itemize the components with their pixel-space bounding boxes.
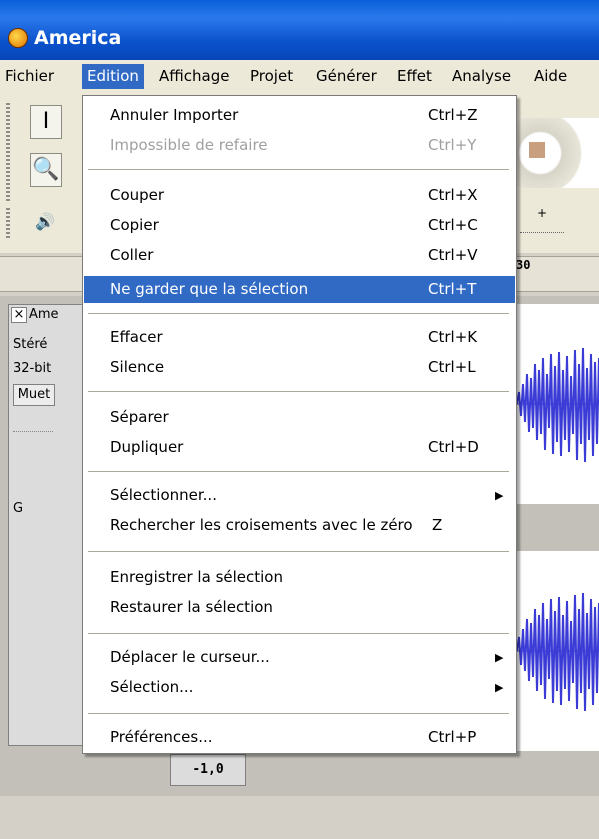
menu-item-split[interactable]: Séparer: [84, 404, 515, 431]
menu-item-label: Effacer: [110, 328, 163, 346]
menu-effet[interactable]: Effet: [392, 64, 437, 89]
menu-item-shortcut: Ctrl+D: [428, 438, 479, 456]
waveform-channel-1[interactable]: [517, 304, 599, 504]
menu-item-label: Coller: [110, 246, 154, 264]
menu-item-select-submenu[interactable]: Sélectionner... ▶: [84, 482, 515, 509]
menu-bar: Fichier Edition Affichage Projet Générer…: [0, 60, 599, 94]
menu-item-label: Dupliquer: [110, 438, 184, 456]
menu-item-trim[interactable]: Ne garder que la sélection Ctrl+T: [84, 276, 515, 303]
menu-item-undo[interactable]: Annuler Importer Ctrl+Z: [84, 102, 515, 129]
menu-item-duplicate[interactable]: Dupliquer Ctrl+D: [84, 434, 515, 461]
menu-separator: [88, 551, 509, 552]
menu-item-silence[interactable]: Silence Ctrl+L: [84, 354, 515, 381]
track-channel-info: Stéré: [13, 337, 48, 352]
menu-item-shortcut: Z: [432, 516, 443, 534]
menu-separator: [88, 169, 509, 170]
menu-item-cut[interactable]: Couper Ctrl+X: [84, 182, 515, 209]
menu-item-shortcut: Ctrl+K: [428, 328, 478, 346]
window-title: America: [34, 27, 122, 49]
menu-edition[interactable]: Edition: [82, 64, 144, 89]
menu-item-shortcut: Ctrl+T: [428, 280, 477, 298]
menu-item-shortcut: Ctrl+V: [428, 246, 478, 264]
menu-item-label: Silence: [110, 358, 165, 376]
menu-item-label: Préférences...: [110, 728, 213, 746]
menu-item-label: Copier: [110, 216, 159, 234]
menu-fichier[interactable]: Fichier: [0, 64, 59, 89]
menu-item-save-selection[interactable]: Enregistrer la sélection: [84, 564, 515, 591]
menu-item-delete[interactable]: Effacer Ctrl+K: [84, 324, 515, 351]
app-icon: [8, 28, 28, 48]
toolbar-grip: [6, 103, 10, 203]
menu-separator: [88, 633, 509, 634]
menu-item-copy[interactable]: Copier Ctrl+C: [84, 212, 515, 239]
submenu-arrow-icon: ▶: [495, 489, 504, 502]
vertical-scale-label: -1,0: [170, 754, 246, 786]
menu-item-label: Couper: [110, 186, 165, 204]
menu-generer[interactable]: Générer: [311, 64, 382, 89]
menu-item-label: Séparer: [110, 408, 169, 426]
gain-slider[interactable]: +: [520, 206, 564, 233]
menu-item-preferences[interactable]: Préférences... Ctrl+P: [84, 724, 515, 751]
stop-icon: [529, 142, 545, 158]
menu-item-label: Déplacer le curseur...: [110, 648, 270, 666]
submenu-arrow-icon: ▶: [495, 651, 504, 664]
menu-item-restore-selection[interactable]: Restaurer la sélection: [84, 594, 515, 621]
menu-affichage[interactable]: Affichage: [154, 64, 234, 89]
track-name[interactable]: Ame: [29, 307, 59, 322]
menu-item-label: Restaurer la sélection: [110, 598, 273, 616]
menu-item-label: Rechercher les croisements avec le zéro: [110, 516, 413, 534]
menu-item-label: Impossible de refaire: [110, 136, 268, 154]
menu-aide[interactable]: Aide: [529, 64, 572, 89]
toolbar-grip: [6, 208, 10, 240]
close-icon[interactable]: ×: [11, 307, 27, 323]
menu-separator: [88, 391, 509, 392]
menu-item-selection-submenu[interactable]: Sélection... ▶: [84, 674, 515, 701]
ibeam-cursor-icon[interactable]: I: [30, 105, 62, 139]
menu-item-shortcut: Ctrl+C: [428, 216, 478, 234]
menu-item-shortcut: Ctrl+P: [428, 728, 477, 746]
menu-item-zero-crossings[interactable]: Rechercher les croisements avec le zéro …: [84, 512, 515, 539]
mute-button[interactable]: Muet: [13, 384, 55, 406]
menu-item-shortcut: Ctrl+L: [428, 358, 476, 376]
menu-item-redo: Impossible de refaire Ctrl+Y: [84, 132, 515, 159]
speaker-icon[interactable]: 🔊: [30, 206, 60, 238]
zoom-icon[interactable]: 🔍: [30, 153, 62, 187]
edit-menu-dropdown: Annuler Importer Ctrl+Z Impossible de re…: [82, 95, 517, 754]
menu-separator: [88, 471, 509, 472]
menu-projet[interactable]: Projet: [245, 64, 298, 89]
submenu-arrow-icon: ▶: [495, 681, 504, 694]
waveform-channel-2[interactable]: [517, 551, 599, 751]
menu-separator: [88, 313, 509, 314]
menu-item-label: Ne garder que la sélection: [110, 280, 309, 298]
track-format-info: 32-bit: [13, 361, 52, 376]
pan-label: G: [13, 501, 24, 516]
menu-item-label: Sélectionner...: [110, 486, 217, 504]
menu-separator: [88, 713, 509, 714]
menu-item-paste[interactable]: Coller Ctrl+V: [84, 242, 515, 269]
menu-item-shortcut: Ctrl+Y: [428, 136, 477, 154]
menu-item-move-cursor-submenu[interactable]: Déplacer le curseur... ▶: [84, 644, 515, 671]
menu-item-shortcut: Ctrl+Z: [428, 106, 478, 124]
menu-item-shortcut: Ctrl+X: [428, 186, 478, 204]
menu-item-label: Annuler Importer: [110, 106, 239, 124]
menu-item-label: Sélection...: [110, 678, 194, 696]
menu-item-label: Enregistrer la sélection: [110, 568, 283, 586]
gain-slider[interactable]: [13, 423, 53, 432]
ruler-label: 30: [516, 258, 531, 272]
transport-button[interactable]: [515, 118, 599, 188]
menu-analyse[interactable]: Analyse: [447, 64, 516, 89]
window-titlebar: America: [0, 0, 599, 60]
